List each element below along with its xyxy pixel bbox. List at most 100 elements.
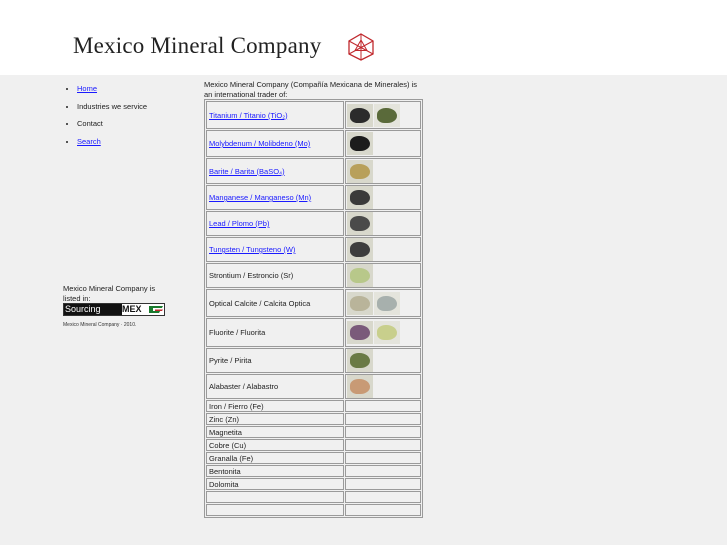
mineral-name-cell: Cobre (Cu) <box>206 439 345 451</box>
sourcingmex-badge[interactable]: Sourcing MEX <box>63 303 165 316</box>
mineral-sample-image <box>350 163 371 179</box>
table-row: Alabaster / Alabastro <box>206 374 421 399</box>
mineral-photo[interactable] <box>347 349 374 372</box>
badge-text-mex: MEX <box>122 304 149 315</box>
nav-label-contact: Contact <box>77 119 103 128</box>
mineral-name: Cobre (Cu) <box>209 440 247 450</box>
mineral-name: Optical Calcite / Calcita Optica <box>209 298 311 308</box>
mineral-name-cell <box>206 504 345 516</box>
table-row: Lead / Plomo (Pb) <box>206 211 421 236</box>
mineral-name-cell: Optical Calcite / Calcita Optica <box>206 289 345 317</box>
header: Mexico Mineral Company <box>0 0 727 75</box>
nav-item-search[interactable]: Search <box>77 137 147 155</box>
table-row: Strontium / Estroncio (Sr) <box>206 263 421 288</box>
mineral-name-cell: Zinc (Zn) <box>206 413 345 425</box>
mineral-photo[interactable] <box>347 238 374 261</box>
table-row: Molybdenum / Molibdeno (Mo) <box>206 130 421 157</box>
mineral-name-cell: Granalla (Fe) <box>206 452 345 464</box>
mineral-photo-cell <box>345 158 421 184</box>
mineral-link[interactable]: Barite / Barita (BaSO₄) <box>209 167 285 176</box>
table-row: Iron / Fierro (Fe) <box>206 400 421 412</box>
mineral-name-cell: Molybdenum / Molibdeno (Mo) <box>206 130 345 157</box>
mineral-link[interactable]: Molybdenum / Molibdeno (Mo) <box>209 139 310 148</box>
mineral-link[interactable]: Tungsten / Tungsteno (W) <box>209 245 295 254</box>
mineral-photo-cell <box>345 211 421 236</box>
table-row: Manganese / Manganeso (Mn) <box>206 185 421 210</box>
mineral-photo[interactable] <box>374 291 401 315</box>
badge-text-sourcing: Sourcing <box>64 304 123 315</box>
site-title[interactable]: Mexico Mineral Company <box>73 33 321 59</box>
mexico-flag-icon <box>149 306 163 313</box>
mineral-name-cell: Tungsten / Tungsteno (W) <box>206 237 345 262</box>
mineral-photo[interactable] <box>347 375 374 398</box>
mineral-photo[interactable] <box>347 132 374 155</box>
mineral-photo-cell <box>345 185 421 210</box>
table-row: Zinc (Zn) <box>206 413 421 425</box>
mineral-name-cell: Bentonita <box>206 465 345 477</box>
mineral-sample-image <box>350 325 371 340</box>
mineral-sample-image <box>350 107 371 123</box>
mineral-link[interactable]: Lead / Plomo (Pb) <box>209 219 269 228</box>
table-row: Pyrite / Pirita <box>206 348 421 373</box>
mineral-photo-cell <box>345 101 421 129</box>
mineral-name-cell: Lead / Plomo (Pb) <box>206 211 345 236</box>
mineral-photo[interactable] <box>347 186 374 209</box>
mineral-name: Pyrite / Pirita <box>209 356 252 365</box>
nav-link-search[interactable]: Search <box>77 137 101 146</box>
nav-link-home[interactable]: Home <box>77 84 97 93</box>
mineral-photo[interactable] <box>347 212 374 235</box>
mineral-photo-cell <box>345 400 421 412</box>
mineral-photo[interactable] <box>347 291 374 315</box>
copyright-text: Mexico Mineral Company · 2010. <box>63 322 137 328</box>
mineral-photo[interactable] <box>374 103 401 127</box>
mineral-photo[interactable] <box>347 103 374 127</box>
mineral-sample-image <box>350 242 371 257</box>
mineral-name-cell <box>206 491 345 503</box>
mineral-name: Zinc (Zn) <box>209 414 239 424</box>
mineral-photo[interactable] <box>347 321 374 344</box>
mineral-name-cell: Alabaster / Alabastro <box>206 374 345 399</box>
mineral-name: Strontium / Estroncio (Sr) <box>209 271 294 280</box>
mineral-name: Magnetita <box>209 427 242 437</box>
mineral-sample-image <box>350 190 371 205</box>
mineral-name-cell: Titanium / Titanio (TiO₂) <box>206 101 345 129</box>
table-row: Fluorite / Fluorita <box>206 318 421 347</box>
mineral-name: Iron / Fierro (Fe) <box>209 401 264 411</box>
mineral-name-cell: Dolomita <box>206 478 345 490</box>
table-row: Magnetita <box>206 426 421 438</box>
mineral-name: Alabaster / Alabastro <box>209 382 279 391</box>
mineral-sample-image <box>350 268 371 283</box>
nav-item-industries: Industries we service <box>77 102 147 120</box>
mineral-sample-image <box>377 295 398 311</box>
mineral-name-cell: Fluorite / Fluorita <box>206 318 345 347</box>
nav-label-industries: Industries we service <box>77 101 148 111</box>
nav-item-contact: Contact <box>77 119 147 137</box>
intro-text: Mexico Mineral Company (Compañía Mexican… <box>204 80 417 99</box>
mineral-sample-image <box>350 136 371 151</box>
mineral-link[interactable]: Titanium / Titanio (TiO₂) <box>209 111 288 120</box>
mineral-photo-cell <box>345 374 421 399</box>
mineral-photo[interactable] <box>347 264 374 287</box>
mineral-name: Fluorite / Fluorita <box>209 328 266 337</box>
mineral-photo-cell <box>345 465 421 477</box>
mineral-photo-cell <box>345 504 421 516</box>
mineral-name: Granalla (Fe) <box>209 453 254 463</box>
mineral-photo-cell <box>345 237 421 262</box>
mineral-photo[interactable] <box>374 321 401 344</box>
mineral-photo-cell <box>345 348 421 373</box>
mineral-name-cell: Barite / Barita (BaSO₄) <box>206 158 345 184</box>
mineral-sample-image <box>350 216 371 231</box>
mineral-sample-image <box>350 353 371 368</box>
mineral-photo-cell <box>345 289 421 317</box>
table-row: Cobre (Cu) <box>206 439 421 451</box>
table-row: Dolomita <box>206 478 421 490</box>
mineral-photo-cell <box>345 439 421 451</box>
mineral-link[interactable]: Manganese / Manganeso (Mn) <box>209 193 311 202</box>
nav-item-home[interactable]: Home <box>77 84 147 102</box>
mineral-sample-image <box>350 295 371 311</box>
mineral-photo[interactable] <box>347 159 374 183</box>
listed-in-text: Mexico Mineral Company is listed in: <box>63 284 156 303</box>
hexagon-logo-icon <box>348 33 374 61</box>
table-row <box>206 491 421 503</box>
mineral-name: Dolomita <box>209 479 239 489</box>
